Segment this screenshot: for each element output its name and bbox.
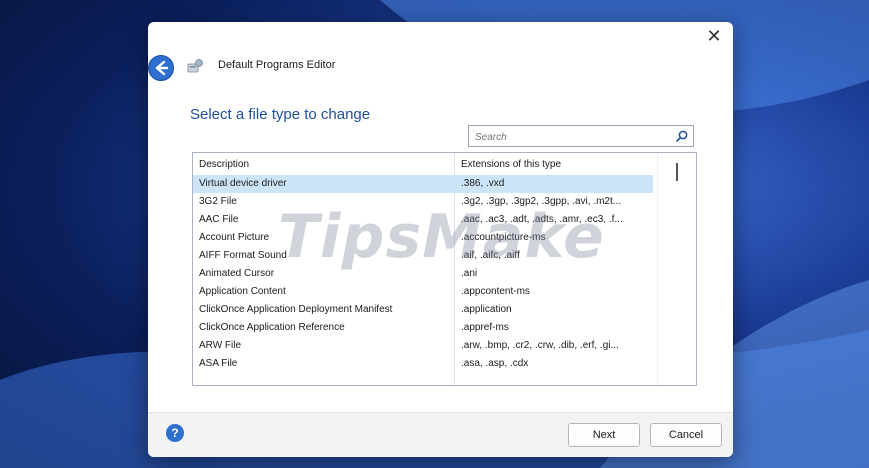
file-type-list[interactable]: Description Extensions of this type Virt… — [192, 152, 697, 386]
default-programs-dialog: ✕ Default Programs Editor Select a file … — [148, 22, 733, 457]
row-extensions: .arw, .bmp, .cr2, .crw, .dib, .erf, .gi.… — [461, 340, 619, 351]
page-heading: Select a file type to change — [190, 106, 371, 123]
row-extensions: .3g2, .3gp, .3gp2, .3gpp, .avi, .m2t... — [461, 196, 622, 207]
table-row[interactable]: Account Picture .accountpicture-ms — [193, 229, 653, 247]
row-description: AIFF Format Sound — [199, 250, 287, 261]
column-header-description[interactable]: Description — [199, 159, 249, 170]
close-icon: ✕ — [706, 26, 722, 47]
column-header-extensions[interactable]: Extensions of this type — [461, 159, 561, 170]
row-extensions: .appref-ms — [461, 322, 509, 333]
help-icon[interactable]: ? — [166, 424, 184, 442]
row-extensions: .application — [461, 304, 512, 315]
table-row[interactable]: AAC File .aac, .ac3, .adt, .adts, .amr, … — [193, 211, 653, 229]
table-row[interactable]: Application Content .appcontent-ms — [193, 283, 653, 301]
table-row[interactable]: Animated Cursor .ani — [193, 265, 653, 283]
cancel-button[interactable]: Cancel — [650, 423, 722, 447]
row-description: ClickOnce Application Deployment Manifes… — [199, 304, 393, 315]
row-description: Application Content — [199, 286, 286, 297]
table-row[interactable]: 3G2 File .3g2, .3gp, .3gp2, .3gpp, .avi,… — [193, 193, 653, 211]
row-extensions: .aac, .ac3, .adt, .adts, .amr, .ec3, .f.… — [461, 214, 623, 225]
row-description: Account Picture — [199, 232, 270, 243]
vertical-scrollbar[interactable] — [657, 153, 696, 385]
row-description: ASA File — [199, 358, 238, 369]
row-extensions: .accountpicture-ms — [461, 232, 546, 243]
programs-icon — [187, 59, 203, 73]
row-extensions: .ani — [461, 268, 478, 279]
close-button[interactable]: ✕ — [701, 24, 727, 50]
row-extensions: .appcontent-ms — [461, 286, 530, 297]
table-row[interactable]: ARW File .arw, .bmp, .cr2, .crw, .dib, .… — [193, 337, 653, 355]
table-row[interactable]: Virtual device driver .386, .vxd — [193, 175, 653, 193]
row-extensions: .aif, .aifc, .aiff — [461, 250, 520, 261]
table-row[interactable]: AIFF Format Sound .aif, .aifc, .aiff — [193, 247, 653, 265]
search-icon[interactable] — [675, 129, 689, 143]
row-description: ARW File — [199, 340, 242, 351]
back-arrow-icon — [155, 60, 169, 76]
table-row[interactable]: ClickOnce Application Reference .appref-… — [193, 319, 653, 337]
row-extensions: .asa, .asp, .cdx — [461, 358, 529, 369]
window-title: Default Programs Editor — [218, 59, 336, 71]
row-description: AAC File — [199, 214, 239, 225]
search-box[interactable] — [468, 125, 694, 147]
table-row[interactable]: ClickOnce Application Deployment Manifes… — [193, 301, 653, 319]
list-header: Description Extensions of this type — [193, 153, 653, 175]
row-extensions: .386, .vxd — [461, 178, 505, 189]
scroll-thumb[interactable] — [676, 163, 678, 181]
row-description: Animated Cursor — [199, 268, 275, 279]
row-description: 3G2 File — [199, 196, 237, 207]
next-button[interactable]: Next — [568, 423, 640, 447]
table-row[interactable]: ASA File .asa, .asp, .cdx — [193, 355, 653, 373]
row-description: Virtual device driver — [199, 178, 287, 189]
back-button[interactable] — [148, 55, 174, 81]
row-description: ClickOnce Application Reference — [199, 322, 345, 333]
search-input[interactable] — [473, 128, 667, 146]
dialog-footer: ? Next Cancel — [148, 412, 733, 457]
